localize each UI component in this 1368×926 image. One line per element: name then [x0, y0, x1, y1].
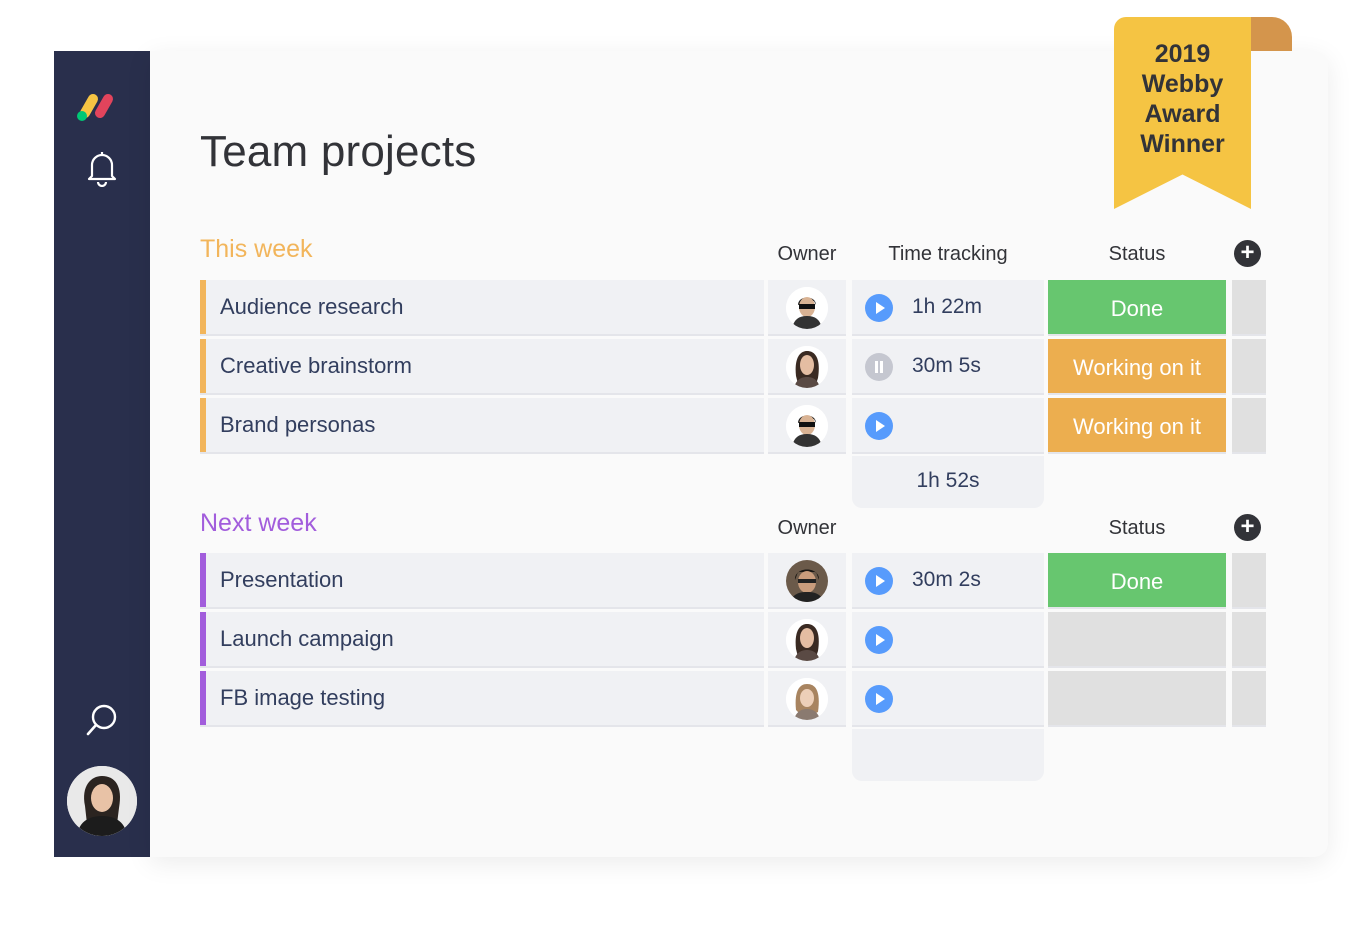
table-row[interactable]: Creative brainstorm 30m 5s Working on it: [200, 339, 1266, 395]
time-tracking-cell[interactable]: 30m 5s: [852, 339, 1044, 395]
status-cell[interactable]: Done: [1048, 280, 1226, 336]
page-title: Team projects: [200, 127, 477, 176]
time-tracking-cell[interactable]: 1h 22m: [852, 280, 1044, 336]
award-line-result: Winner: [1140, 130, 1225, 158]
award-line-type: Award: [1144, 100, 1221, 128]
time-tracking-summary: [852, 729, 1044, 781]
time-value: 30m 5s: [912, 354, 981, 377]
empty-column-cell[interactable]: [1232, 553, 1266, 609]
table-row[interactable]: Brand personas Working on it: [200, 398, 1266, 454]
empty-column-cell[interactable]: [1232, 398, 1266, 454]
group-color-bar: [200, 553, 206, 607]
item-name-cell[interactable]: Presentation: [200, 553, 764, 609]
owner-cell[interactable]: [768, 339, 846, 395]
column-header-owner[interactable]: Owner: [768, 517, 846, 540]
item-name-cell[interactable]: Brand personas: [200, 398, 764, 454]
owner-cell[interactable]: [768, 671, 846, 727]
play-icon[interactable]: [865, 412, 893, 440]
status-cell[interactable]: [1048, 671, 1226, 727]
time-value: 30m 2s: [912, 568, 981, 591]
item-name: Launch campaign: [220, 626, 394, 651]
table-row[interactable]: Launch campaign: [200, 612, 1266, 668]
bell-icon[interactable]: [84, 149, 120, 187]
item-name: Creative brainstorm: [220, 353, 412, 378]
item-name: FB image testing: [220, 685, 386, 710]
time-tracking-cell[interactable]: 30m 2s: [852, 553, 1044, 609]
play-icon[interactable]: [865, 294, 893, 322]
award-badge: 2019 Webby Award Winner: [1114, 17, 1292, 212]
search-icon[interactable]: [84, 702, 120, 738]
time-tracking-cell[interactable]: [852, 398, 1044, 454]
item-name: Audience research: [220, 294, 404, 319]
item-name-cell[interactable]: Audience research: [200, 280, 764, 336]
empty-column-cell[interactable]: [1232, 339, 1266, 395]
time-tracking-cell[interactable]: [852, 612, 1044, 668]
group-color-bar: [200, 398, 206, 452]
table-row[interactable]: Presentation 30m 2s Done: [200, 553, 1266, 609]
status-cell[interactable]: Working on it: [1048, 398, 1226, 454]
item-name-cell[interactable]: FB image testing: [200, 671, 764, 727]
column-header-status[interactable]: Status: [1048, 243, 1226, 266]
item-name-cell[interactable]: Launch campaign: [200, 612, 764, 668]
status-cell[interactable]: Working on it: [1048, 339, 1226, 395]
table-row[interactable]: FB image testing: [200, 671, 1266, 727]
empty-column-cell[interactable]: [1232, 612, 1266, 668]
play-icon[interactable]: [865, 685, 893, 713]
table-row[interactable]: Audience research 1h 22m Done: [200, 280, 1266, 336]
status-cell[interactable]: Done: [1048, 553, 1226, 609]
add-column-button[interactable]: +: [1234, 514, 1261, 541]
empty-column-cell[interactable]: [1232, 671, 1266, 727]
item-name: Brand personas: [220, 412, 376, 437]
pause-icon[interactable]: [865, 353, 893, 381]
time-value: 1h 22m: [912, 295, 983, 318]
group-color-bar: [200, 671, 206, 725]
user-avatar[interactable]: [67, 766, 137, 836]
left-sidebar: [54, 51, 150, 857]
play-icon[interactable]: [865, 626, 893, 654]
award-line-year: 2019: [1154, 40, 1211, 68]
item-name: Presentation: [220, 567, 344, 592]
status-cell[interactable]: [1048, 612, 1226, 668]
man-sunglasses-avatar: [786, 287, 828, 329]
time-tracking-summary: 1h 52s: [852, 456, 1044, 508]
owner-cell[interactable]: [768, 612, 846, 668]
add-column-button[interactable]: +: [1234, 240, 1261, 267]
group-color-bar: [200, 612, 206, 666]
time-tracking-cell[interactable]: [852, 671, 1044, 727]
time-total: 1h 52s: [916, 469, 980, 492]
award-line-name: Webby: [1141, 70, 1224, 98]
empty-column-cell[interactable]: [1232, 280, 1266, 336]
group-color-bar: [200, 280, 206, 334]
column-header-time-tracking[interactable]: Time tracking: [852, 243, 1044, 266]
time-total: [852, 729, 1044, 742]
group-title-this-week[interactable]: This week: [200, 235, 313, 264]
monday-logo-icon[interactable]: [76, 87, 130, 123]
man-sunglasses-avatar: [786, 405, 828, 447]
man-glasses-avatar: [786, 560, 828, 602]
app-screen: Team projects This week Owner Time track…: [0, 0, 1368, 926]
woman-dark-hair-avatar: [786, 619, 828, 661]
item-name-cell[interactable]: Creative brainstorm: [200, 339, 764, 395]
owner-cell[interactable]: [768, 553, 846, 609]
column-header-owner[interactable]: Owner: [768, 243, 846, 266]
play-icon[interactable]: [865, 567, 893, 595]
owner-cell[interactable]: [768, 398, 846, 454]
column-header-status[interactable]: Status: [1048, 517, 1226, 540]
award-text: 2019 Webby Award Winner: [1114, 39, 1251, 159]
group-title-next-week[interactable]: Next week: [200, 509, 317, 538]
woman-dark-hair-avatar: [786, 346, 828, 388]
woman-blonde-avatar: [786, 678, 828, 720]
owner-cell[interactable]: [768, 280, 846, 336]
group-color-bar: [200, 339, 206, 393]
